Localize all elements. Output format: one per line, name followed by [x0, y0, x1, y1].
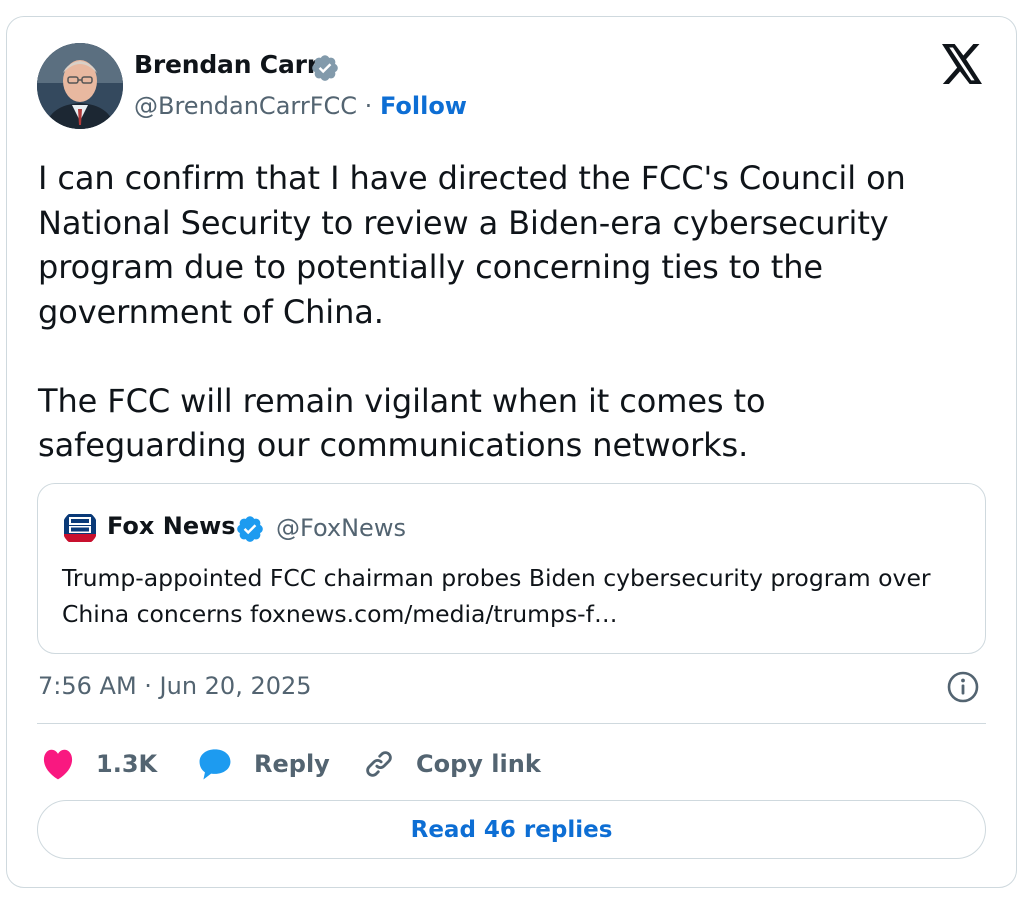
fox-news-logo — [62, 510, 98, 546]
heart-icon — [43, 749, 73, 780]
timestamp[interactable]: 7:56 AM · Jun 20, 2025 — [38, 672, 312, 700]
verified-gray-icon — [310, 53, 340, 83]
link-icon — [366, 751, 392, 777]
x-logo-icon[interactable] — [940, 44, 984, 84]
author-name[interactable]: Brendan Carr — [134, 50, 319, 79]
tweet-text: I can confirm that I have directed the F… — [38, 156, 968, 468]
copy-link-label: Copy link — [416, 750, 541, 778]
avatar[interactable] — [37, 43, 123, 129]
quote-text: Trump-appointed FCC chairman probes Bide… — [62, 564, 931, 628]
quoted-tweet[interactable]: Fox News @FoxNews Trump-appointed FCC ch… — [37, 483, 986, 654]
info-icon[interactable] — [946, 670, 980, 704]
like-count: 1.3K — [96, 750, 158, 778]
reply-bubble-icon — [199, 749, 231, 780]
quote-author-handle[interactable]: @FoxNews — [276, 514, 406, 542]
reply-label: Reply — [254, 750, 330, 778]
tweet-paragraph: The FCC will remain vigilant when it com… — [38, 381, 766, 465]
handle-row: @BrendanCarrFCC · Follow — [134, 92, 467, 120]
copy-link-button[interactable]: Copy link — [362, 742, 541, 786]
read-replies-button[interactable]: Read 46 replies — [37, 800, 986, 859]
quote-author-name[interactable]: Fox News — [107, 512, 236, 540]
handle-separator: · — [364, 92, 373, 120]
reply-button[interactable]: Reply — [196, 742, 330, 786]
author-handle[interactable]: @BrendanCarrFCC — [134, 92, 357, 120]
like-button[interactable]: 1.3K — [40, 742, 157, 786]
follow-button[interactable]: Follow — [380, 92, 467, 120]
divider — [37, 723, 986, 724]
verified-blue-icon — [235, 514, 265, 544]
tweet-paragraph: I can confirm that I have directed the F… — [38, 159, 906, 331]
